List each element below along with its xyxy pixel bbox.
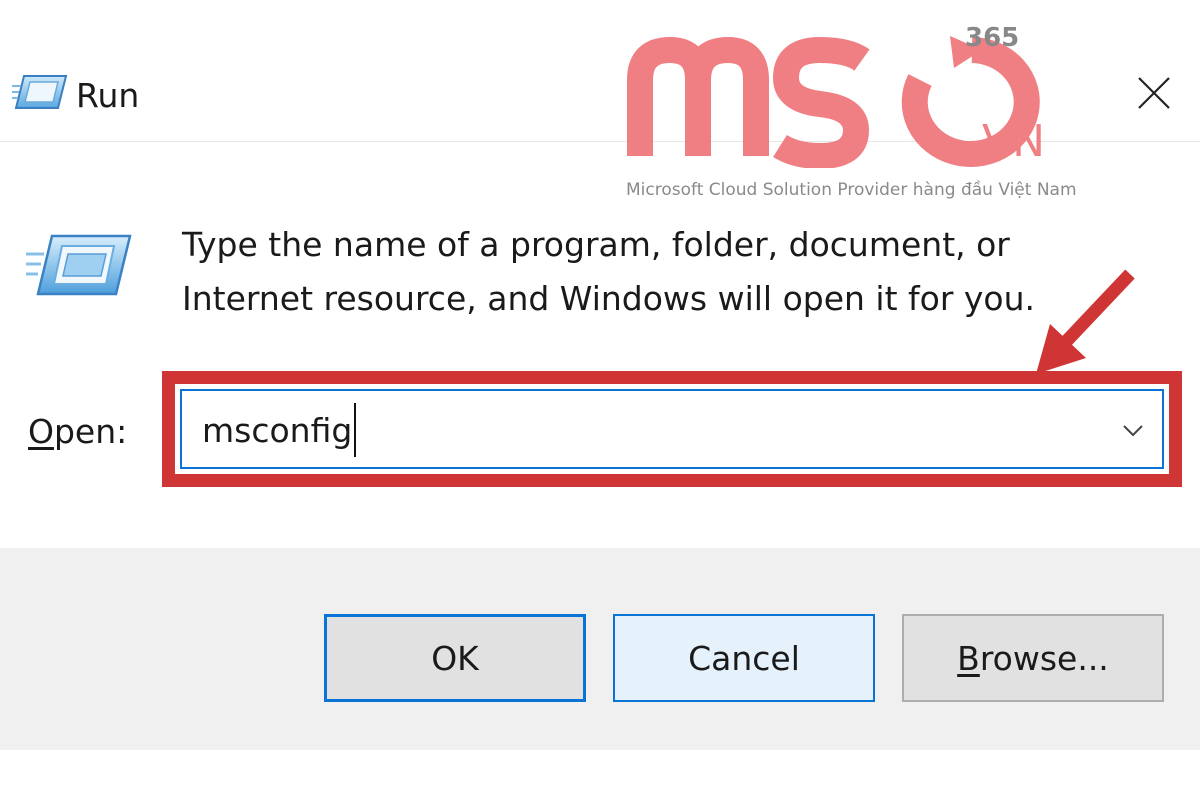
browse-label: rowse... <box>979 638 1109 678</box>
close-icon <box>1137 76 1171 114</box>
cancel-button[interactable]: Cancel <box>613 614 875 702</box>
run-icon <box>12 72 68 112</box>
watermark: 365 VN Microsoft Cloud Solution Provider… <box>620 18 1077 200</box>
mso-logo: 365 VN <box>627 23 1045 168</box>
ok-button[interactable]: OK <box>324 614 586 702</box>
chevron-down-icon[interactable] <box>1118 415 1148 445</box>
run-icon <box>26 232 132 298</box>
dialog-description: Type the name of a program, folder, docu… <box>182 225 1036 318</box>
watermark-tagline: Microsoft Cloud Solution Provider hàng đ… <box>626 180 1077 200</box>
svg-text:365: 365 <box>965 23 1019 53</box>
text-cursor <box>354 403 357 457</box>
open-label-text: pen: <box>53 412 128 451</box>
open-label-mnemonic: O <box>28 412 54 451</box>
close-button[interactable] <box>1126 68 1182 122</box>
svg-text:VN: VN <box>982 116 1045 167</box>
browse-mnemonic: B <box>957 638 980 678</box>
red-arrow-icon <box>1010 262 1160 392</box>
open-input[interactable] <box>202 401 1082 459</box>
open-combobox[interactable] <box>180 389 1164 469</box>
open-label: Open: <box>28 408 127 456</box>
window-title: Run <box>76 76 140 115</box>
browse-button[interactable]: Browse... <box>902 614 1164 702</box>
